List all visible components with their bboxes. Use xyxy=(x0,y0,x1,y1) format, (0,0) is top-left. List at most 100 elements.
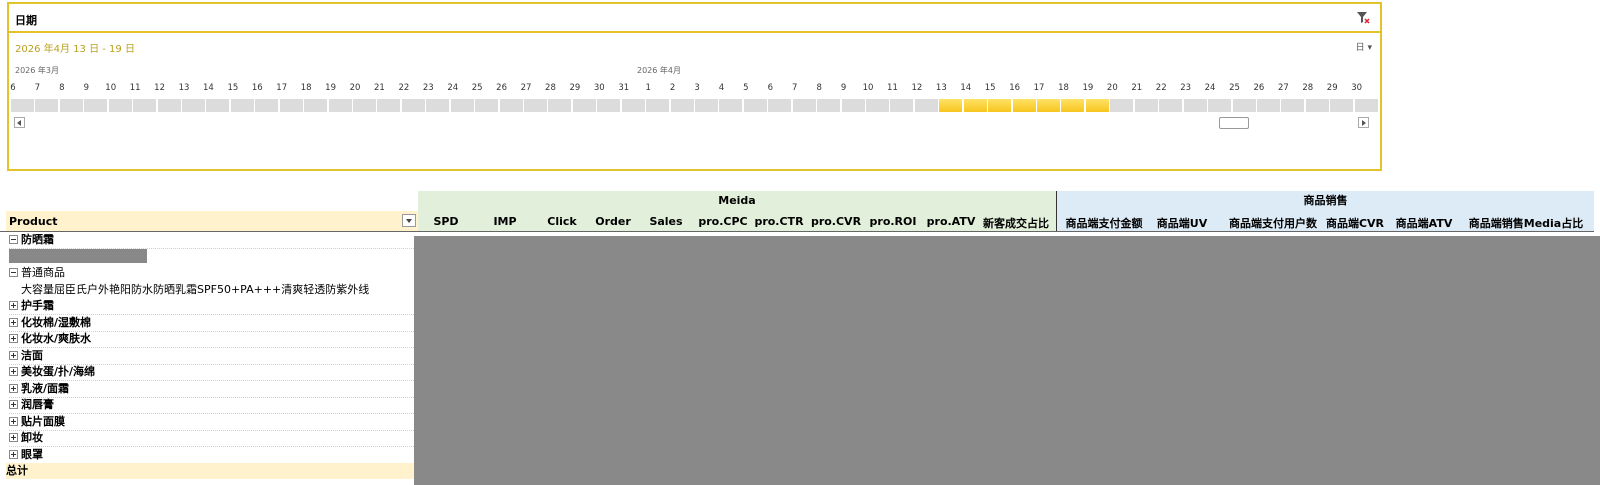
timeline-cell[interactable] xyxy=(108,99,132,112)
product-row[interactable]: 贴片面膜 xyxy=(9,414,414,431)
timeline-cell-selected[interactable] xyxy=(1037,99,1061,112)
product-row[interactable]: 护手霜 xyxy=(9,298,414,315)
product-row[interactable]: 普通商品 xyxy=(9,265,414,281)
product-row[interactable]: 润唇膏 xyxy=(9,397,414,414)
timeline-cell[interactable] xyxy=(1232,99,1256,112)
expand-icon[interactable] xyxy=(9,317,18,327)
expand-icon[interactable] xyxy=(9,416,18,426)
timeline-cell[interactable] xyxy=(866,99,890,112)
timeline-cell[interactable] xyxy=(1305,99,1329,112)
timeline-cell[interactable] xyxy=(719,99,743,112)
timeline-cell[interactable] xyxy=(84,99,108,112)
timeline-cell[interactable] xyxy=(597,99,621,112)
timeline-cell[interactable] xyxy=(1134,99,1158,112)
expand-icon[interactable] xyxy=(9,300,18,310)
timeline-cell[interactable] xyxy=(572,99,596,112)
column-header[interactable]: 商品端支付用户数 xyxy=(1218,215,1328,231)
timeline-cell[interactable] xyxy=(1183,99,1207,112)
scroll-thumb[interactable] xyxy=(1219,117,1249,129)
timeline-cell[interactable] xyxy=(328,99,352,112)
timeline-cell[interactable] xyxy=(743,99,767,112)
timeline-cell[interactable] xyxy=(1110,99,1134,112)
timeline-cell[interactable] xyxy=(621,99,645,112)
product-row[interactable]: 大容量屈臣氏户外艳阳防水防晒乳霜SPF50+PA+++清爽轻透防紫外线 xyxy=(9,282,414,298)
timeline-cell[interactable] xyxy=(646,99,670,112)
timeline-cell[interactable] xyxy=(792,99,816,112)
timeline-cell[interactable] xyxy=(524,99,548,112)
column-header[interactable]: 商品端销售Media占比 xyxy=(1461,215,1591,231)
day-label: 3 xyxy=(694,83,700,93)
day-label: 22 xyxy=(1155,83,1167,93)
timeline-cell[interactable] xyxy=(230,99,254,112)
product-row[interactable]: 防晒霜 xyxy=(9,232,414,249)
timeline-cell[interactable] xyxy=(768,99,792,112)
expand-icon[interactable] xyxy=(9,449,18,459)
timeline-cell[interactable] xyxy=(255,99,279,112)
timeline-cell[interactable] xyxy=(499,99,523,112)
product-row[interactable]: 化妆棉/湿敷棉 xyxy=(9,315,414,332)
timeline-cell-selected[interactable] xyxy=(1012,99,1036,112)
timeline-cell[interactable] xyxy=(1354,99,1378,112)
timeline-cell[interactable] xyxy=(426,99,450,112)
timeline-cell[interactable] xyxy=(817,99,841,112)
column-header[interactable]: 商品端ATV xyxy=(1389,215,1459,231)
grand-total-row[interactable]: 总计 xyxy=(6,463,414,479)
product-row[interactable]: 洁面 xyxy=(9,348,414,365)
collapse-icon[interactable] xyxy=(9,234,18,244)
time-level-dropdown[interactable]: 日 ▾ xyxy=(1356,40,1372,53)
expand-icon[interactable] xyxy=(9,399,18,409)
timeline-cell[interactable] xyxy=(1208,99,1232,112)
timeline-cell[interactable] xyxy=(890,99,914,112)
timeline-cell[interactable] xyxy=(59,99,83,112)
column-header[interactable]: 商品端UV xyxy=(1147,215,1217,231)
scroll-right-button[interactable] xyxy=(1358,117,1369,128)
timeline-cell[interactable] xyxy=(11,99,34,112)
product-row[interactable]: 卸妆 xyxy=(9,430,414,447)
timeline-cell[interactable] xyxy=(206,99,230,112)
timeline-cell[interactable] xyxy=(377,99,401,112)
expand-icon[interactable] xyxy=(9,383,18,393)
column-header[interactable]: 新客成交占比 xyxy=(976,215,1056,231)
column-header[interactable]: 商品端CVR xyxy=(1320,215,1390,231)
collapse-icon[interactable] xyxy=(9,267,18,277)
timeline-cell[interactable] xyxy=(353,99,377,112)
expand-icon[interactable] xyxy=(9,350,18,360)
timeline-cell[interactable] xyxy=(914,99,938,112)
product-row[interactable]: 美妆蛋/扑/海绵 xyxy=(9,364,414,381)
timeline-cell[interactable] xyxy=(182,99,205,112)
timeline-cell-selected[interactable] xyxy=(1061,99,1085,112)
timeline-cell[interactable] xyxy=(279,99,303,112)
product-row[interactable]: 眼罩 xyxy=(9,447,414,464)
clear-filter-icon[interactable] xyxy=(1356,11,1370,25)
expand-icon[interactable] xyxy=(9,366,18,376)
expand-icon[interactable] xyxy=(9,333,18,343)
timeline-cell[interactable] xyxy=(133,99,157,112)
timeline-cell-selected[interactable] xyxy=(939,99,963,112)
timeline-cell[interactable] xyxy=(670,99,694,112)
day-label: 7 xyxy=(792,83,798,93)
timeline-cell-selected[interactable] xyxy=(963,99,987,112)
timeline-cell[interactable] xyxy=(1256,99,1280,112)
expand-icon[interactable] xyxy=(9,432,18,442)
column-header[interactable]: 商品端支付金额 xyxy=(1054,215,1154,231)
timeline-cell-selected[interactable] xyxy=(1085,99,1109,112)
timeline-cell[interactable] xyxy=(1330,99,1354,112)
timeline-cell[interactable] xyxy=(157,99,181,112)
scroll-left-button[interactable] xyxy=(14,117,25,128)
redacted-item xyxy=(9,249,147,263)
timeline-cell[interactable] xyxy=(450,99,474,112)
product-row[interactable]: 化妆水/爽肤水 xyxy=(9,331,414,348)
timeline-cell[interactable] xyxy=(1159,99,1183,112)
timeline-cell[interactable] xyxy=(1281,99,1305,112)
timeline-cell[interactable] xyxy=(401,99,425,112)
timeline-cell[interactable] xyxy=(475,99,499,112)
day-label: 11 xyxy=(887,83,898,93)
timeline-cell[interactable] xyxy=(695,99,719,112)
timeline-cell[interactable] xyxy=(35,99,59,112)
timeline-cell[interactable] xyxy=(841,99,865,112)
timeline-cell[interactable] xyxy=(548,99,572,112)
day-label: 22 xyxy=(398,83,410,93)
product-row[interactable]: 乳液/面霜 xyxy=(9,381,414,398)
timeline-cell-selected[interactable] xyxy=(988,99,1012,112)
timeline-cell[interactable] xyxy=(304,99,328,112)
